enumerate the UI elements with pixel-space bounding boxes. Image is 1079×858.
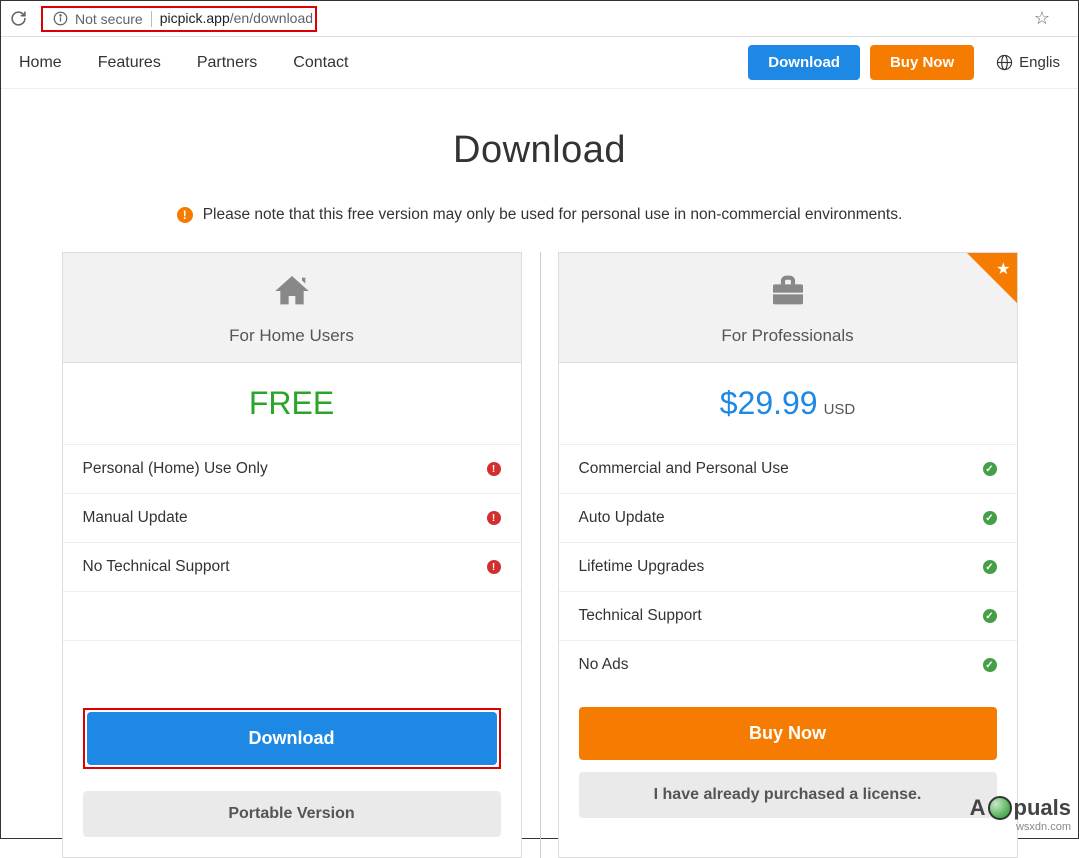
main-content: Download ! Please note that this free ve… [1,89,1078,858]
free-download-button[interactable]: Download [87,712,497,765]
already-purchased-button[interactable]: I have already purchased a license. [579,772,997,818]
briefcase-icon [559,271,1017,316]
nav-buy-button[interactable]: Buy Now [870,45,974,80]
plan-pro-actions: Buy Now I have already purchased a licen… [559,689,1017,838]
site-nav: Home Features Partners Contact Download … [1,37,1078,89]
feature-row: Personal (Home) Use Only! [63,445,521,494]
warning-text: Please note that this free version may o… [203,206,903,224]
plan-free-price-row: FREE [63,363,521,445]
language-selector[interactable]: Englis [996,54,1060,71]
plan-pro-price-row: $29.99 USD [559,363,1017,445]
feature-text: No Technical Support [83,558,230,576]
info-icon[interactable] [51,10,69,28]
address-highlight: Not secure picpick.app/en/download [41,6,317,32]
warning-icon: ! [177,207,193,223]
home-icon [63,271,521,316]
feature-row: No Ads ✓ [559,641,1017,689]
plan-free-price: FREE [249,385,334,421]
nav-download-button[interactable]: Download [748,45,860,80]
check-icon: ✓ [983,609,997,623]
plan-pro-currency: USD [824,401,856,418]
feature-row: Lifetime Upgrades ✓ [559,543,1017,592]
plan-free-title: For Home Users [63,326,521,346]
plan-pro: ★ For Professionals $29.99 USD Commercial… [558,252,1018,858]
feature-text: Auto Update [579,509,665,527]
nav-partners[interactable]: Partners [197,54,257,72]
plan-pro-title: For Professionals [559,326,1017,346]
nav-home[interactable]: Home [19,54,62,72]
limitation-icon: ! [487,560,501,574]
plan-free: For Home Users FREE Personal (Home) Use … [62,252,522,858]
featured-star-icon: ★ [996,259,1010,279]
portable-version-button[interactable]: Portable Version [83,791,501,837]
feature-row-empty [63,592,521,641]
check-icon: ✓ [983,511,997,525]
feature-text: Lifetime Upgrades [579,558,705,576]
plan-free-actions: Download Portable Version [63,690,521,857]
plan-pro-price: $29.99 [720,385,818,421]
watermark-source: wsxdn.com [1016,821,1071,833]
browser-address-bar: Not secure picpick.app/en/download ☆ [1,1,1078,37]
feature-row: Technical Support ✓ [559,592,1017,641]
feature-text: Technical Support [579,607,702,625]
warning-note: ! Please note that this free version may… [1,206,1078,224]
bookmark-star-icon[interactable]: ☆ [1034,8,1050,29]
check-icon: ✓ [983,560,997,574]
not-secure-label: Not secure [75,11,152,27]
plans-divider [540,252,541,858]
nav-features[interactable]: Features [98,54,161,72]
plan-free-header: For Home Users [63,253,521,363]
feature-row: Commercial and Personal Use ✓ [559,445,1017,494]
globe-icon [996,54,1013,71]
feature-row-empty [63,641,521,690]
feature-text: Manual Update [83,509,188,527]
feature-text: Commercial and Personal Use [579,460,789,478]
limitation-icon: ! [487,462,501,476]
feature-row: Auto Update ✓ [559,494,1017,543]
watermark: Apuals wsxdn.com [970,795,1071,833]
pricing-plans: For Home Users FREE Personal (Home) Use … [1,252,1078,858]
check-icon: ✓ [983,462,997,476]
plan-pro-header: For Professionals [559,253,1017,363]
url-path: /en/download [230,10,313,26]
download-highlight: Download [83,708,501,769]
feature-row: No Technical Support! [63,543,521,592]
language-label: Englis [1019,54,1060,71]
limitation-icon: ! [487,511,501,525]
url-host: picpick.app [160,10,230,26]
pro-buy-button[interactable]: Buy Now [579,707,997,760]
reload-icon[interactable] [9,10,27,28]
feature-text: No Ads [579,656,629,674]
feature-text: Personal (Home) Use Only [83,460,268,478]
watermark-logo: Apuals [970,795,1071,821]
page-title: Download [1,129,1078,172]
url[interactable]: picpick.app/en/download [152,10,313,28]
watermark-badge-icon [988,796,1012,820]
feature-row: Manual Update! [63,494,521,543]
nav-contact[interactable]: Contact [293,54,348,72]
check-icon: ✓ [983,658,997,672]
